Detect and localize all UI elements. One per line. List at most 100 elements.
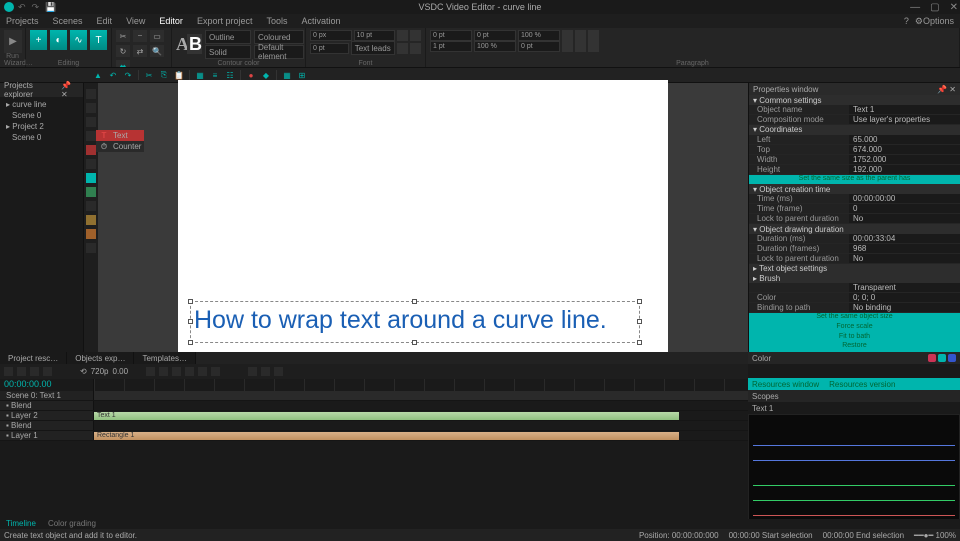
tc-end-icon[interactable]: [198, 367, 207, 376]
layer-label[interactable]: ▪ Blend: [0, 401, 94, 410]
layer-label[interactable]: ▪ Layer 1: [0, 431, 94, 440]
font-spin3[interactable]: 0 pt: [310, 43, 349, 54]
valign-top-icon[interactable]: [562, 41, 573, 52]
tool-crop[interactable]: ▭: [150, 30, 164, 42]
sec-brush[interactable]: ▸ Brush: [749, 274, 960, 284]
tab-templates[interactable]: Templates…: [134, 352, 195, 364]
tb-redo-icon[interactable]: ↷: [123, 70, 133, 80]
min-button[interactable]: —: [910, 2, 920, 13]
default-drop[interactable]: Default element: [254, 45, 304, 59]
clip-text1[interactable]: Text 1: [94, 412, 679, 420]
sec-drawing[interactable]: ▾ Object drawing duration: [749, 224, 960, 234]
tb-align-icon[interactable]: ≡: [210, 70, 220, 80]
tc-next-icon[interactable]: [43, 367, 52, 376]
explorer-pin-icon[interactable]: 📌 ✕: [61, 81, 79, 99]
tb-copy-icon[interactable]: ⎘: [159, 70, 169, 80]
run-wizard-button[interactable]: ▶: [4, 30, 22, 53]
vs-chart-icon[interactable]: [86, 173, 96, 183]
tc-fit-icon[interactable]: [274, 367, 283, 376]
tb-marker-icon[interactable]: ◆: [261, 70, 271, 80]
options-button[interactable]: ⚙Options: [915, 16, 954, 27]
tb-undo-icon[interactable]: ↶: [108, 70, 118, 80]
scope-b-icon[interactable]: [948, 354, 956, 362]
val-color[interactable]: 0; 0; 0: [849, 293, 960, 302]
props-pin-icon[interactable]: 📌 ✕: [937, 85, 956, 94]
tb-snap-icon[interactable]: ⊞: [297, 70, 307, 80]
layer-label[interactable]: ▪ Layer 2: [0, 411, 94, 420]
tree-item[interactable]: ▸ curve line: [4, 99, 79, 110]
layer-label[interactable]: ▪ Blend: [0, 421, 94, 430]
tool-rotate[interactable]: ↻: [116, 45, 130, 57]
tc-loop-icon[interactable]: [211, 367, 220, 376]
val-brush[interactable]: Transparent: [849, 283, 960, 292]
align-right-icon[interactable]: [588, 30, 599, 41]
menu-view[interactable]: View: [126, 16, 145, 26]
sec-creation[interactable]: ▾ Object creation time: [749, 184, 960, 194]
font-spin1[interactable]: 0 px: [310, 30, 352, 41]
handle-bl[interactable]: [188, 340, 193, 345]
val-time-frame[interactable]: 0: [849, 204, 960, 213]
valign-bot-icon[interactable]: [588, 41, 599, 52]
tc-zoom-out-icon[interactable]: [261, 367, 270, 376]
btn-same-parent[interactable]: Set the same size as the parent has: [749, 175, 960, 185]
text-button[interactable]: T: [90, 30, 107, 50]
menu-projects[interactable]: Projects: [6, 16, 39, 26]
val-time-ms[interactable]: 00:00:00:00: [849, 194, 960, 203]
ctx-text-item[interactable]: TText: [96, 130, 144, 141]
val-dur-ms[interactable]: 00:00:33:04: [849, 234, 960, 243]
redo-icon[interactable]: ↷: [32, 2, 40, 13]
tree-item[interactable]: Scene 0: [4, 132, 79, 143]
tb-cut-icon[interactable]: ✂: [144, 70, 154, 80]
val-dur-frames[interactable]: 968: [849, 244, 960, 253]
para-spin5[interactable]: 100 %: [474, 41, 516, 52]
menu-tools[interactable]: Tools: [266, 16, 287, 26]
tc-play-icon[interactable]: [17, 367, 26, 376]
vs-line-icon[interactable]: [86, 117, 96, 127]
underline-icon[interactable]: [397, 43, 408, 54]
tb-order-icon[interactable]: ☷: [225, 70, 235, 80]
val-comp-mode[interactable]: Use layer's properties: [849, 115, 960, 124]
help-icon[interactable]: ?: [904, 16, 909, 26]
vs-shape-icon[interactable]: [86, 159, 96, 169]
tb-rec-icon[interactable]: ●: [246, 70, 256, 80]
val-width[interactable]: 1752.000: [849, 155, 960, 164]
vs-anim-icon[interactable]: [86, 229, 96, 239]
canvas-text[interactable]: How to wrap text around a curve line.: [194, 306, 607, 335]
tb-grid-icon[interactable]: ▦: [282, 70, 292, 80]
sec-textobj[interactable]: ▸ Text object settings: [749, 264, 960, 274]
strike-icon[interactable]: [410, 43, 421, 54]
btn-restore[interactable]: Restore: [749, 342, 960, 352]
para-spin2[interactable]: 0 pt: [474, 30, 516, 41]
vs-more-icon[interactable]: [86, 243, 96, 253]
add-object-button[interactable]: +: [30, 30, 47, 50]
align-left-icon[interactable]: [562, 30, 573, 41]
res-tab2[interactable]: Resources version: [829, 380, 895, 389]
para-spin1[interactable]: 0 pt: [430, 30, 472, 41]
res-tab1[interactable]: Resources window: [752, 380, 819, 389]
tc-prev-icon[interactable]: [4, 367, 13, 376]
para-spin4[interactable]: 1 pt: [430, 41, 472, 52]
tool-more[interactable]: ⬌: [116, 60, 130, 68]
clip-rect1[interactable]: Rectangle 1: [94, 432, 679, 440]
tc-play2-icon[interactable]: [172, 367, 181, 376]
tool-cut[interactable]: ✂: [116, 30, 130, 42]
handle-br[interactable]: [637, 340, 642, 345]
val-height[interactable]: 192.000: [849, 165, 960, 174]
val-binding[interactable]: No binding: [849, 303, 960, 312]
vs-sprite-icon[interactable]: [86, 215, 96, 225]
menu-export[interactable]: Export project: [197, 16, 253, 26]
vs-text-icon[interactable]: [86, 145, 96, 155]
menu-edit[interactable]: Edit: [97, 16, 113, 26]
btn-fit[interactable]: Fit to bath: [749, 333, 960, 343]
tc-stop-icon[interactable]: [30, 367, 39, 376]
btn-same-obj[interactable]: Set the same object size: [749, 313, 960, 323]
tc-zoom-in-icon[interactable]: [248, 367, 257, 376]
cursor-icon[interactable]: ▲: [93, 70, 103, 80]
scope-g-icon[interactable]: [938, 354, 946, 362]
sec-common[interactable]: ▾ Common settings: [749, 95, 960, 105]
val-left[interactable]: 65.000: [849, 135, 960, 144]
tree-item[interactable]: ▸ Project 2: [4, 121, 79, 132]
video-fx-button[interactable]: ◐: [50, 30, 67, 50]
textleads-drop[interactable]: Text leads: [351, 41, 395, 55]
tool-flip[interactable]: ⇄: [133, 45, 147, 57]
